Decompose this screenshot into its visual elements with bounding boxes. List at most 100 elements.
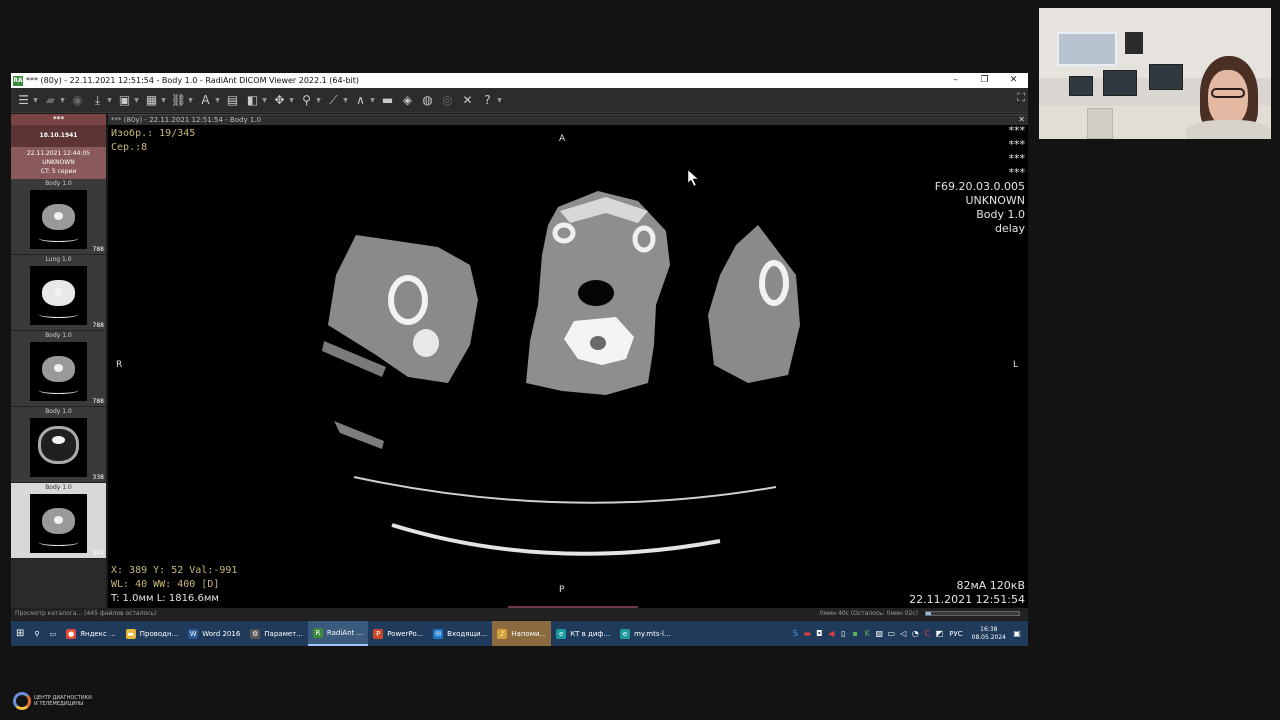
ct-artifact [334,421,384,449]
chevron-down-icon: ▼ [161,96,166,104]
tray-app-icon[interactable]: ◀ [826,629,836,638]
taskbar-app[interactable]: W Word 2016 [183,621,245,646]
series-thumbnail-active[interactable]: Body 1.0 347 [11,483,106,559]
taskbar-app[interactable]: ● Яндекс ... [61,621,121,646]
clock[interactable]: 16:38 08.05.2024 [972,626,1006,642]
image-viewport[interactable]: *** (80y) - 22.11.2021 12:51:54 - Body 1… [108,114,1028,608]
tray-app-icon[interactable]: ▪ [850,629,860,638]
film-button[interactable]: ▬ [379,91,396,110]
tray-app-icon[interactable]: K [862,629,872,638]
task-view-icon: ▭ [49,629,57,638]
tray-app-icon[interactable]: ◔ [910,629,920,638]
series-thumbnail[interactable]: Body 1.0 338 [11,407,106,483]
webcam-cabinet [1087,108,1113,139]
input-language[interactable]: РУС [949,630,962,638]
orientation-top: A [559,134,566,144]
taskbar-app[interactable]: ♪ Напоми... [492,621,552,646]
info-line: F69.20.03.0.005 [934,180,1025,193]
taskbar-app-label: PowerPo... [387,629,424,638]
minimize-button[interactable]: – [941,73,970,88]
fullscreen-icon[interactable]: ⛶ [1017,91,1025,105]
settings-gear-icon: ⚙ [250,628,261,639]
fusion-icon: ◎ [442,93,453,107]
window-titlebar[interactable]: RA *** (80y) - 22.11.2021 12:51:54 - Bod… [11,73,1028,88]
taskbar-app[interactable]: e КТ в диф... [551,621,615,646]
status-bar: Просмотр каталога... (445 файлов осталос… [11,608,1028,620]
study-card[interactable]: 22.11.2021 12:44:05 UNKNOWN CT: 5 серии [11,147,106,179]
series-thumbnail[interactable]: Body 1.0 788 [11,179,106,255]
link-series-button[interactable]: ⛓ ▼ [170,91,194,110]
main-toolbar: ☰ ▼ ▰ ▼ ◉ ⤓ ▼ ▣ ▼ ▦ ▼ ⛓ ▼ A ▼ ▤ ◧ ▼ ✥ ▼ ⚲ ▼ ⟋ ▼ ∧ ▼ … [11,88,1028,113]
patient-card[interactable]: *** 18.10.1941 22.11.2021 12:44:05 UNKNO… [11,114,106,179]
series-image-count: 347 [92,550,104,557]
cube-icon: ◈ [402,93,413,107]
ct-airway [578,280,614,306]
pan-button[interactable]: ✥ ▼ [271,91,295,110]
series-compare-button[interactable]: ▤ [224,91,241,110]
status-text: Просмотр каталога... (445 файлов осталос… [15,610,157,617]
angle-button[interactable]: ∧ ▼ [352,91,376,110]
maximize-button[interactable]: ❐ [970,73,999,88]
menu-button[interactable]: ☰ ▼ [15,91,39,110]
series-image-count: 338 [92,474,104,481]
chevron-down-icon: ▼ [262,96,267,104]
tray-app-icon[interactable]: ◘ [814,629,824,638]
tray-app-icon[interactable]: ◩ [934,629,944,638]
close-button[interactable]: ✕ [999,73,1028,88]
series-image-count: 788 [92,398,104,405]
info-line: UNKNOWN [965,194,1026,207]
series-thumbnail[interactable]: Lung 1.0 788 [11,255,106,331]
taskbar-app[interactable]: P PowerPo... [368,621,428,646]
radiant-app-icon: RA [13,75,23,86]
tray-app-icon[interactable]: ▨ [874,629,884,638]
ct-axial-image[interactable] [108,115,1028,609]
dicom-info-top-right: *** *** *** *** F69.20.03.0.005 UNKNOWN … [935,124,1025,236]
open-cd-button[interactable]: ◉ [69,91,86,110]
mpr-button[interactable]: ◈ [399,91,416,110]
series-image-count: 788 [92,246,104,253]
taskbar-app-active[interactable]: R RadiAnt ... [307,621,369,646]
skype-icon[interactable]: S [790,629,800,638]
radiant-window: RA *** (80y) - 22.11.2021 12:51:54 - Bod… [11,73,1028,646]
tray-app-icon[interactable]: C [922,629,932,638]
taskbar-app[interactable]: ▬ Проводн... [121,621,184,646]
series-thumbnail[interactable]: Body 1.0 788 [11,331,106,407]
tray-app-icon[interactable]: ▯ [838,629,848,638]
volume-icon[interactable]: ◁ [898,629,908,638]
zoom-button[interactable]: ⚲ ▼ [298,91,322,110]
screen-share: RA *** (80y) - 22.11.2021 12:51:54 - Bod… [0,0,1280,720]
taskbar-app[interactable]: ✉ Входящи... [428,621,492,646]
system-tray: S ▬ ◘ ◀ ▯ ▪ K ▨ ▭ ◁ ◔ C ◩ РУС 16:38 08.0… [789,621,1028,646]
acquisition-time: 22.11.2021 12:51:54 [909,593,1025,606]
windows-logo-icon: ⊞ [16,628,25,639]
tools-button[interactable]: ✕ [459,91,476,110]
3d-render-button[interactable]: ◍ [419,91,436,110]
series-preview [30,494,87,553]
start-button[interactable]: ⊞ [11,621,29,646]
measure-button[interactable]: ⟋ ▼ [325,91,349,110]
series-name: Lung 1.0 [45,256,72,263]
search-button[interactable]: ⚲ [29,621,44,646]
network-icon[interactable]: ▭ [886,629,896,638]
download-button[interactable]: ⤓ ▼ [89,91,113,110]
layout-button[interactable]: ▦ ▼ [143,91,167,110]
help-button[interactable]: ? ▼ [479,91,503,110]
annotation-text-button[interactable]: A ▼ [197,91,221,110]
download-icon: ⤓ [94,92,101,107]
series-name: Body 1.0 [45,180,72,187]
taskbar-app[interactable]: ⚙ Парамет... [245,621,308,646]
task-view-button[interactable]: ▭ [45,621,62,646]
taskbar-app-label: Входящи... [447,629,488,638]
info-line: *** [1008,138,1026,151]
window-level-button[interactable]: ◧ ▼ [244,91,268,110]
mouse-cursor-icon [687,169,699,187]
taskbar-app[interactable]: e my.mts-l... [615,621,676,646]
notifications-icon[interactable]: ▣ [1012,629,1022,638]
study-date: 22.11.2021 12:44:05 [26,150,91,157]
save-button[interactable]: ▣ ▼ [116,91,140,110]
taskbar-app-label: КТ в диф... [570,629,611,638]
stack-icon: ▤ [226,93,239,107]
open-folder-button[interactable]: ▰ ▼ [42,91,66,110]
tray-app-icon[interactable]: ▬ [802,629,812,638]
fusion-button[interactable]: ◎ [439,91,456,110]
